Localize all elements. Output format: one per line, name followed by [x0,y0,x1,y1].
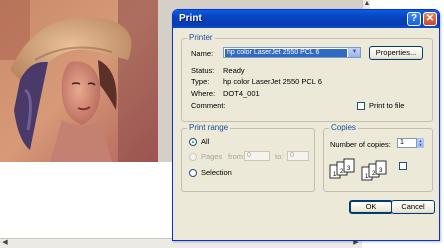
print-to-file-label[interactable]: Print to file [369,101,404,110]
status-label: Status: [191,66,215,75]
chevron-down-icon[interactable]: ▼ [348,48,360,57]
range-all-label[interactable]: All [201,137,209,146]
collate-pages-icon: 1 2 3 [361,160,387,181]
range-selection-radio[interactable] [189,169,197,177]
copies-group-title: Copies [329,123,358,132]
dialog-titlebar[interactable]: Print ? ✕ [173,10,439,28]
range-to-input[interactable]: 0 [287,151,309,161]
collate-checkbox[interactable] [399,162,407,170]
number-of-copies-label: Number of copies: [330,140,391,149]
print-range-group-title: Print range [187,123,231,132]
collate-pages-icon: 1 2 3 [329,158,355,179]
type-label: Type: [191,77,210,86]
scroll-left-icon[interactable]: ◀ [1,239,9,247]
comment-label: Comment: [191,101,226,110]
print-dialog: Print ? ✕ Printer Name: hp color LaserJe… [172,9,440,241]
range-pages-radio[interactable] [189,153,197,161]
printer-name-value: hp color LaserJet 2550 PCL 6 [225,49,347,57]
printer-name-select[interactable]: hp color LaserJet 2550 PCL 6 ▼ [223,47,361,58]
range-from-label: from: [228,152,246,161]
print-to-file-checkbox[interactable] [357,102,365,110]
dialog-title: Print [179,13,202,24]
range-from-input[interactable]: 0 [244,151,270,161]
cancel-button[interactable]: Cancel [391,200,435,214]
printer-name-label: Name: [191,49,214,58]
type-value: hp color LaserJet 2550 PCL 6 [223,77,322,86]
where-label: Where: [191,89,216,98]
range-to-label: to: [275,152,284,161]
range-selection-label[interactable]: Selection [201,168,232,177]
printer-group-title: Printer [187,33,215,42]
close-button[interactable]: ✕ [423,12,437,26]
range-all-radio[interactable] [189,138,197,146]
copies-spinner-icon[interactable]: ▲ ▼ [417,138,424,148]
properties-button[interactable]: Properties... [369,46,423,60]
scroll-up-icon[interactable]: ▲ [363,0,371,8]
ok-button[interactable]: OK [349,200,393,214]
displayed-photo [0,0,158,162]
help-button[interactable]: ? [407,12,421,26]
where-value: DOT4_001 [223,89,260,98]
range-pages-label[interactable]: Pages [201,152,222,161]
status-value: Ready [223,66,245,75]
number-of-copies-input[interactable]: 1 [397,138,417,148]
